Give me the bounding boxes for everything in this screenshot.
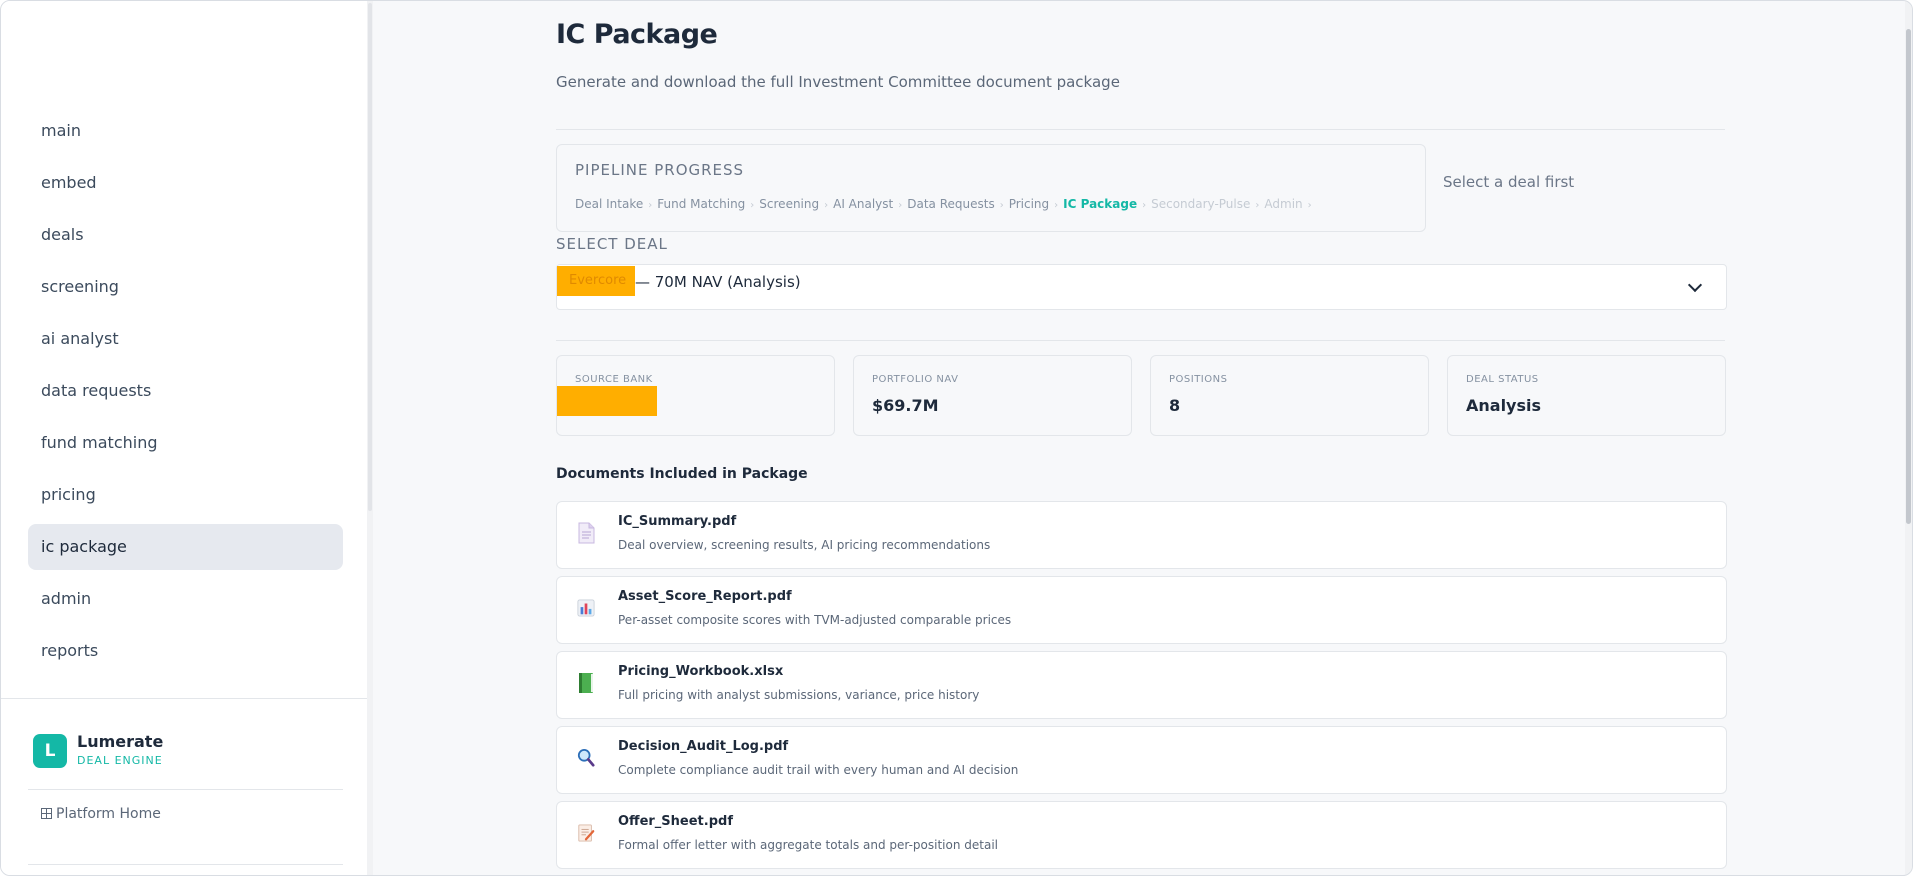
bar-chart-icon: [577, 599, 595, 617]
app-window: main embed deals screening ai analyst da…: [0, 0, 1913, 876]
stat-label: DEAL STATUS: [1466, 374, 1539, 385]
document-name: Decision_Audit_Log.pdf: [618, 739, 789, 754]
magnifier-icon: [577, 749, 595, 767]
sidebar-scrollbar-thumb[interactable]: [368, 3, 372, 511]
document-item[interactable]: Pricing_Workbook.xlsx Full pricing with …: [556, 651, 1727, 719]
stat-label: SOURCE BANK: [575, 374, 653, 385]
stat-label: PORTFOLIO NAV: [872, 374, 959, 385]
pipeline-title: PIPELINE PROGRESS: [575, 161, 745, 179]
documents-heading: Documents Included in Package: [556, 466, 808, 482]
page-title: IC Package: [556, 19, 718, 50]
document-item[interactable]: Asset_Score_Report.pdf Per-asset composi…: [556, 576, 1727, 644]
redaction-box: Evercore: [557, 266, 635, 296]
redaction-box: [557, 386, 657, 416]
document-description: Formal offer letter with aggregate total…: [618, 838, 998, 852]
divider: [556, 129, 1725, 130]
brand-logo: L: [33, 734, 67, 768]
document-name: Offer_Sheet.pdf: [618, 814, 733, 829]
document-description: Full pricing with analyst submissions, v…: [618, 688, 980, 702]
sidebar-item-data-requests[interactable]: data requests: [28, 368, 343, 414]
chevron-right-icon: ›: [750, 200, 755, 211]
select-deal-label: SELECT DEAL: [556, 235, 668, 253]
pipeline-step-secondary-pulse: Secondary-Pulse: [1151, 197, 1251, 211]
sidebar-item-screening[interactable]: screening: [28, 264, 343, 310]
sidebar-nav: main embed deals screening ai analyst da…: [28, 108, 343, 680]
chevron-down-icon: [1687, 277, 1703, 293]
sidebar-item-admin[interactable]: admin: [28, 576, 343, 622]
sidebar-item-deals[interactable]: deals: [28, 212, 343, 258]
document-item[interactable]: Decision_Audit_Log.pdf Complete complian…: [556, 726, 1727, 794]
chevron-right-icon: ›: [1054, 200, 1059, 211]
deal-select-dropdown[interactable]: Evercore — 70M NAV (Analysis): [556, 264, 1727, 310]
main-scrollbar-thumb[interactable]: [1906, 29, 1911, 524]
sidebar-item-ic-package[interactable]: ic package: [28, 524, 343, 570]
select-deal-hint: Select a deal first: [1443, 173, 1575, 191]
chevron-right-icon: ›: [1142, 200, 1147, 211]
stat-card-portfolio-nav: PORTFOLIO NAV $69.7M: [853, 355, 1132, 436]
chevron-right-icon: ›: [1255, 200, 1260, 211]
grid-icon: [41, 808, 52, 819]
pipeline-step-deal-intake[interactable]: Deal Intake: [575, 197, 643, 211]
deal-select-value: — 70M NAV (Analysis): [635, 273, 801, 291]
chevron-right-icon: ›: [824, 200, 829, 211]
pipeline-step-pricing[interactable]: Pricing: [1009, 197, 1049, 211]
platform-home-label: Platform Home: [56, 806, 161, 822]
sidebar-item-fund-matching[interactable]: fund matching: [28, 420, 343, 466]
document-item[interactable]: Offer_Sheet.pdf Formal offer letter with…: [556, 801, 1727, 869]
stat-value: 8: [1169, 396, 1181, 415]
chevron-right-icon: ›: [999, 200, 1004, 211]
stat-value: $69.7M: [872, 396, 939, 415]
document-description: Per-asset composite scores with TVM-adju…: [618, 613, 1012, 627]
sidebar-divider: [28, 864, 343, 865]
sidebar-item-pricing[interactable]: pricing: [28, 472, 343, 518]
brand-subtitle: DEAL ENGINE: [77, 754, 163, 767]
pipeline-step-data-requests[interactable]: Data Requests: [907, 197, 994, 211]
pipeline-step-fund-matching[interactable]: Fund Matching: [657, 197, 745, 211]
pipeline-steps: Deal Intake › Fund Matching › Screening › AI A…: [575, 197, 1317, 211]
pipeline-step-ic-package[interactable]: IC Package: [1063, 197, 1137, 211]
document-description: Complete compliance audit trail with eve…: [618, 763, 1019, 777]
document-description: Deal overview, screening results, AI pri…: [618, 538, 991, 552]
stat-label: POSITIONS: [1169, 374, 1228, 385]
green-book-icon: [579, 673, 593, 693]
pipeline-progress: PIPELINE PROGRESS Deal Intake › Fund Match…: [556, 144, 1426, 232]
platform-home-link[interactable]: Platform Home: [41, 806, 161, 822]
stat-card-deal-status: DEAL STATUS Analysis: [1447, 355, 1726, 436]
memo-icon: [578, 824, 595, 842]
pipeline-step-ai-analyst[interactable]: AI Analyst: [833, 197, 893, 211]
pipeline-step-admin: Admin: [1264, 197, 1303, 211]
sidebar-item-embed[interactable]: embed: [28, 160, 343, 206]
sidebar-item-main[interactable]: main: [28, 108, 343, 154]
sidebar-divider: [28, 789, 343, 790]
main-content: IC Package Generate and download the ful…: [373, 1, 1912, 875]
sidebar-item-reports[interactable]: reports: [28, 628, 343, 674]
document-item[interactable]: IC_Summary.pdf Deal overview, screening …: [556, 501, 1727, 569]
document-icon: [578, 522, 595, 544]
brand-name: Lumerate: [77, 732, 164, 751]
document-name: Pricing_Workbook.xlsx: [618, 664, 784, 679]
sidebar-item-ai-analyst[interactable]: ai analyst: [28, 316, 343, 362]
document-name: IC_Summary.pdf: [618, 514, 737, 529]
redacted-bank-name: Evercore: [569, 273, 627, 288]
sidebar-divider: [1, 698, 371, 699]
stat-card-positions: POSITIONS 8: [1150, 355, 1429, 436]
page-subtitle: Generate and download the full Investmen…: [556, 73, 1120, 91]
sidebar: main embed deals screening ai analyst da…: [1, 1, 373, 875]
divider: [556, 340, 1725, 341]
chevron-right-icon: ›: [1307, 200, 1312, 211]
stat-value: Analysis: [1466, 396, 1542, 415]
chevron-right-icon: ›: [898, 200, 903, 211]
pipeline-step-screening[interactable]: Screening: [759, 197, 819, 211]
stat-card-source-bank: SOURCE BANK: [556, 355, 835, 436]
chevron-right-icon: ›: [648, 200, 653, 211]
document-name: Asset_Score_Report.pdf: [618, 589, 792, 604]
